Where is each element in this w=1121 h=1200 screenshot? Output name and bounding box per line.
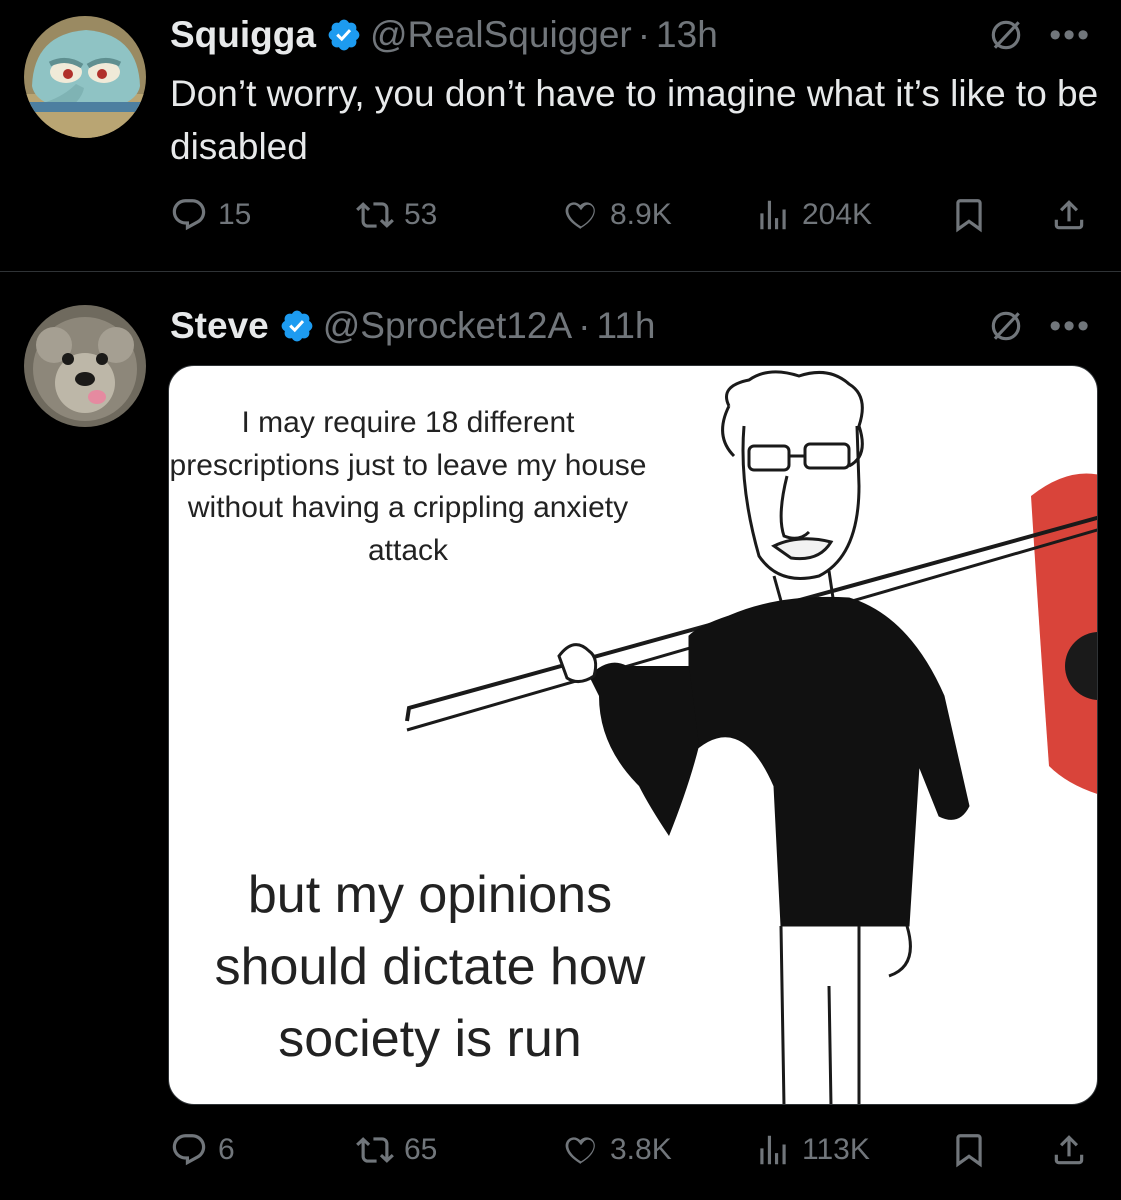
views-count: 204K: [802, 198, 873, 231]
meme-top-caption: I may require 18 different prescriptions…: [169, 406, 647, 567]
tweet-header: Squigga @RealSquigger · 13h: [170, 12, 718, 58]
meme-bottom-caption: but my opinions should dictate how socie…: [214, 866, 646, 1068]
tweet[interactable]: Steve @Sprocket12A · 11h ••• I may requi…: [0, 273, 1121, 1200]
views-icon: [760, 200, 786, 230]
user-handle[interactable]: @Sprocket12A: [323, 305, 572, 347]
like-count: 3.8K: [610, 1133, 672, 1166]
like-icon: [565, 1137, 595, 1165]
share-icon: [1054, 200, 1084, 230]
views-button[interactable]: 113K: [754, 1131, 870, 1169]
like-count: 8.9K: [610, 198, 672, 231]
display-name[interactable]: Steve: [170, 305, 269, 347]
separator: ·: [637, 14, 651, 55]
reply-button[interactable]: 15: [170, 196, 251, 234]
share-icon: [1054, 1135, 1084, 1165]
repost-icon: [356, 1137, 394, 1163]
user-handle[interactable]: @RealSquigger: [370, 14, 632, 56]
avatar[interactable]: [24, 305, 146, 427]
timestamp[interactable]: 11h: [596, 305, 655, 347]
reply-count: 6: [218, 1133, 235, 1166]
reply-icon: [172, 1134, 206, 1166]
avatar[interactable]: [24, 16, 146, 138]
grok-icon[interactable]: [987, 16, 1025, 54]
squidward-avatar-image: [24, 16, 146, 138]
bookmark-icon: [956, 199, 982, 233]
repost-count: 65: [404, 1133, 438, 1166]
bookmark-button[interactable]: [950, 1131, 988, 1169]
share-button[interactable]: [1050, 196, 1088, 234]
like-button[interactable]: 8.9K: [562, 196, 672, 234]
grok-icon[interactable]: [987, 307, 1025, 345]
like-icon: [565, 202, 595, 230]
display-name[interactable]: Squigga: [170, 14, 316, 56]
repost-icon: [356, 202, 394, 228]
like-button[interactable]: 3.8K: [562, 1131, 672, 1169]
views-icon: [760, 1135, 786, 1165]
repost-count: 53: [404, 198, 438, 231]
views-count: 113K: [802, 1133, 870, 1166]
repost-button[interactable]: 53: [356, 196, 437, 234]
reply-icon: [172, 199, 206, 231]
bookmark-button[interactable]: [950, 196, 988, 234]
reply-count: 15: [218, 198, 252, 231]
timestamp[interactable]: 13h: [656, 14, 718, 56]
tweet-top-actions: •••: [987, 303, 1091, 349]
views-button[interactable]: 204K: [754, 196, 872, 234]
dog-avatar-image: [24, 305, 146, 427]
tweet[interactable]: Squigga @RealSquigger · 13h ••• Don’t wo…: [0, 0, 1121, 272]
more-icon[interactable]: •••: [1049, 18, 1091, 52]
tweet-text: Don’t worry, you don’t have to imagine w…: [170, 73, 1099, 167]
repost-button[interactable]: 65: [356, 1131, 437, 1169]
action-bar: 15 53 8.9K 204K: [170, 196, 1090, 236]
meme-image[interactable]: I may require 18 different prescriptions…: [168, 365, 1098, 1105]
bookmark-icon: [956, 1134, 982, 1168]
share-button[interactable]: [1050, 1131, 1088, 1169]
tweet-header: Steve @Sprocket12A · 11h: [170, 303, 655, 349]
separator: ·: [578, 305, 591, 346]
verified-badge-icon: [281, 310, 313, 342]
tweet-top-actions: •••: [987, 12, 1091, 58]
verified-badge-icon: [328, 19, 360, 51]
reply-button[interactable]: 6: [170, 1131, 235, 1169]
action-bar: 6 65 3.8K 113K: [170, 1131, 1090, 1171]
more-icon[interactable]: •••: [1049, 309, 1091, 343]
